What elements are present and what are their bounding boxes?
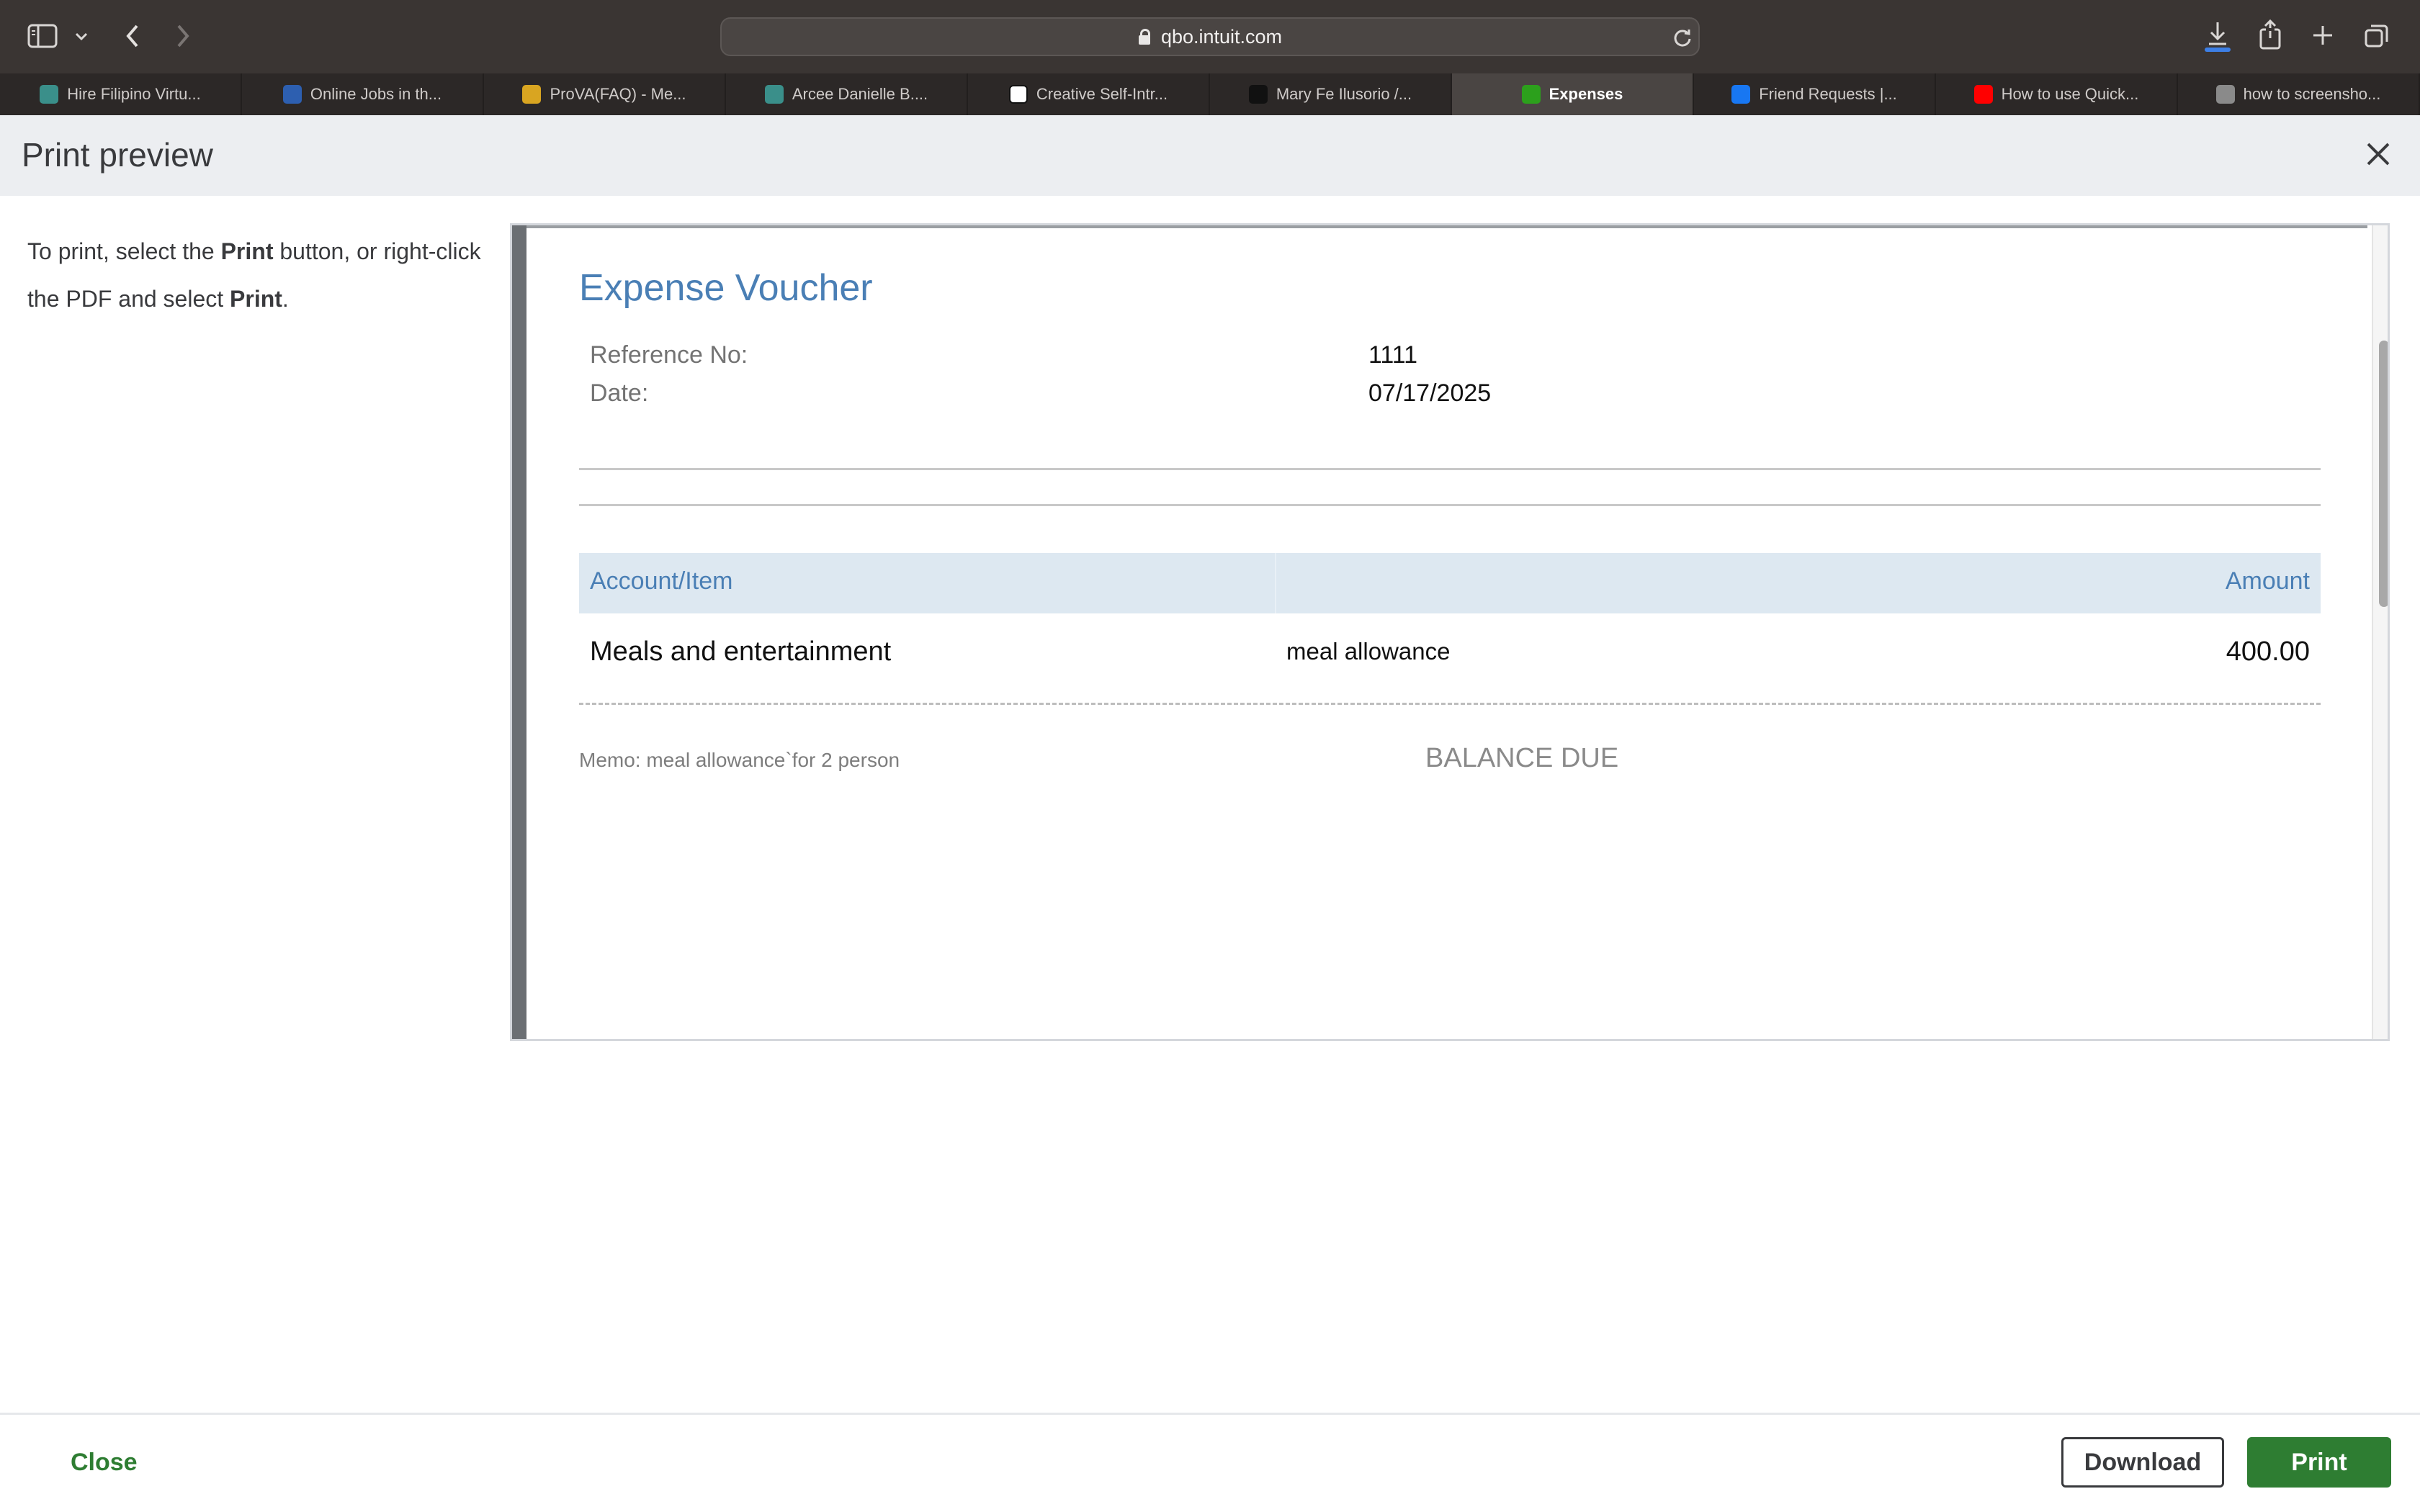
- sidebar-icon[interactable]: [27, 23, 58, 49]
- pdf-page: [526, 225, 2367, 1039]
- table-header-separator: [1275, 553, 1276, 613]
- tab-6[interactable]: Expenses: [1452, 73, 1694, 115]
- youtube-favicon-icon: [1973, 85, 1993, 104]
- forward-arrow-icon[interactable]: [170, 22, 196, 50]
- modal-footer: [0, 1413, 2420, 1512]
- quickbooks-favicon-icon: [1521, 85, 1541, 104]
- tab-8[interactable]: How to use Quick...: [1936, 73, 2178, 115]
- tab-label: Creative Self-Intr...: [1036, 85, 1168, 103]
- facebook-favicon-icon: [1731, 85, 1751, 104]
- voucher-title: Expense Voucher: [579, 267, 873, 309]
- column-header-account: Account/Item: [590, 567, 733, 595]
- print-instructions: To print, select the Print button, or ri…: [27, 228, 510, 323]
- lock-icon: [1138, 29, 1151, 45]
- url-text: qbo.intuit.com: [1160, 25, 1283, 48]
- tab-label: ProVA(FAQ) - Me...: [550, 85, 686, 103]
- pdf-preview[interactable]: [510, 223, 2390, 1041]
- instructions-text: To print, select the: [27, 238, 221, 264]
- divider: [579, 468, 2321, 470]
- memo-text: Memo: meal allowance`for 2 person: [579, 749, 900, 771]
- new-tab-plus-icon[interactable]: [2309, 22, 2336, 49]
- tab-3[interactable]: Arcee Danielle B....: [726, 73, 968, 115]
- print-button[interactable]: Print: [2247, 1437, 2391, 1488]
- table-header: [579, 553, 2321, 613]
- tab-5[interactable]: Mary Fe Ilusorio /...: [1210, 73, 1452, 115]
- pdf-left-border: [512, 225, 526, 1039]
- instructions-print-bold-2: Print: [230, 286, 282, 312]
- tab-7[interactable]: Friend Requests |...: [1694, 73, 1936, 115]
- va-favicon-icon: [522, 85, 542, 104]
- tab-0[interactable]: Hire Filipino Virtu...: [0, 73, 242, 115]
- tab-label: Hire Filipino Virtu...: [67, 85, 201, 103]
- tab-label: How to use Quick...: [2001, 85, 2139, 103]
- tab-2[interactable]: ProVA(FAQ) - Me...: [484, 73, 726, 115]
- page-title: Print preview: [22, 136, 213, 174]
- instructions-print-bold: Print: [220, 238, 274, 264]
- close-icon[interactable]: [2362, 138, 2394, 170]
- tab-label: Mary Fe Ilusorio /...: [1276, 85, 1412, 103]
- download-button[interactable]: Download: [2061, 1437, 2224, 1488]
- tab-9[interactable]: how to screensho...: [2178, 73, 2420, 115]
- tab-label: how to screensho...: [2243, 85, 2381, 103]
- line-description: meal allowance: [1286, 638, 1451, 665]
- share-icon[interactable]: [2256, 17, 2285, 52]
- openai-favicon-icon: [1008, 85, 1028, 104]
- tab-label: Expenses: [1549, 85, 1623, 103]
- balance-due-label: BALANCE DUE: [1425, 743, 1619, 773]
- back-arrow-icon[interactable]: [120, 22, 145, 50]
- dashed-divider: [579, 703, 2321, 705]
- column-header-amount: Amount: [2225, 567, 2310, 595]
- downloads-icon[interactable]: [2201, 19, 2234, 53]
- reference-label: Reference No:: [590, 341, 748, 369]
- onlinejobs-favicon-icon: [40, 85, 59, 104]
- tab-4[interactable]: Creative Self-Intr...: [968, 73, 1210, 115]
- date-label: Date:: [590, 379, 649, 407]
- address-bar[interactable]: qbo.intuit.com: [720, 17, 1700, 56]
- tab-1[interactable]: Online Jobs in th...: [242, 73, 484, 115]
- instructions-period: .: [282, 286, 289, 312]
- date-value: 07/17/2025: [1368, 379, 1492, 407]
- tab-overview-icon[interactable]: [2362, 22, 2391, 50]
- tab-label: Friend Requests |...: [1759, 85, 1897, 103]
- onlinejobs-favicon-icon: [764, 85, 784, 104]
- reload-icon[interactable]: [1670, 24, 1695, 50]
- onlinejobs-ph-favicon-icon: [282, 85, 302, 104]
- terminal-favicon-icon: [1248, 85, 1268, 104]
- browser-toolbar: qbo.intuit.com: [0, 0, 2420, 73]
- pdf-scrollbar-thumb[interactable]: [2379, 341, 2388, 607]
- browser-tabs: Hire Filipino Virtu... Online Jobs in th.…: [0, 73, 2420, 115]
- modal-header: Print preview: [0, 115, 2420, 196]
- chevron-down-icon[interactable]: [71, 26, 92, 48]
- line-account: Meals and entertainment: [590, 636, 892, 667]
- pdf-scrollbar[interactable]: [2372, 225, 2388, 1039]
- tab-label: Online Jobs in th...: [310, 85, 442, 103]
- reference-value: 1111: [1368, 341, 1418, 369]
- close-button[interactable]: Close: [71, 1449, 138, 1477]
- google-favicon-icon: [2215, 85, 2235, 104]
- tab-label: Arcee Danielle B....: [792, 85, 928, 103]
- line-amount: 400.00: [2226, 636, 2310, 667]
- divider: [579, 504, 2321, 506]
